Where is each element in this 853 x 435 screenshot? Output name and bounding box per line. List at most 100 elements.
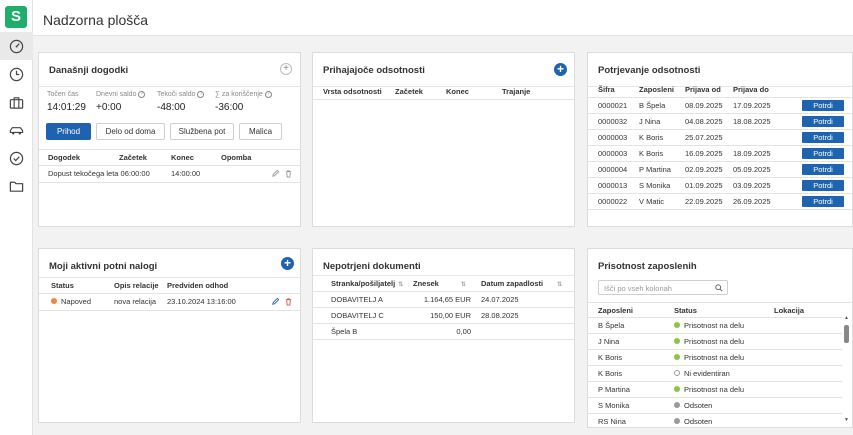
column-header[interactable]: Stranka/pošiljatelj ⇅: [331, 279, 403, 288]
nav-documents[interactable]: [0, 172, 33, 200]
to-cell: 03.09.2025: [733, 181, 771, 190]
confirm-button[interactable]: Potrdi: [802, 148, 844, 159]
confirm-button[interactable]: Potrdi: [802, 180, 844, 191]
add-travel-order-icon[interactable]: +: [281, 257, 294, 270]
column-header[interactable]: Šifra: [598, 85, 615, 94]
to-cell: 17.09.2025: [733, 101, 771, 110]
delete-icon[interactable]: [284, 297, 293, 306]
help-icon[interactable]: ?: [197, 91, 205, 98]
help-icon[interactable]: ?: [264, 91, 272, 98]
event-name: Dopust tekočega leta 06:00:00: [48, 169, 150, 178]
status-dot: [51, 298, 57, 304]
status-text: Prisotnost na delu: [684, 337, 745, 346]
column-header[interactable]: Trajanje: [502, 87, 530, 96]
divider: [39, 182, 300, 183]
column-header[interactable]: Začetek: [119, 153, 147, 162]
add-absence-icon[interactable]: +: [554, 63, 567, 76]
nav-travel[interactable]: [0, 116, 33, 144]
nav-business[interactable]: [0, 88, 33, 116]
stat-value: -48:00: [157, 102, 186, 113]
column-header[interactable]: Datum zapadlosti ⇅: [481, 279, 562, 288]
divider: [588, 129, 852, 130]
divider: [588, 365, 842, 366]
work-from-home-button[interactable]: Delo od doma: [96, 123, 165, 140]
status-text: Ni evidentiran: [684, 369, 730, 378]
edit-icon[interactable]: [271, 297, 280, 306]
card-title: Današnji dogodki: [49, 65, 129, 76]
column-header[interactable]: Lokacija: [774, 306, 804, 315]
nav-dashboard[interactable]: [0, 32, 33, 60]
status-text: Prisotnost na delu: [684, 385, 745, 394]
divider: [588, 333, 842, 334]
presence-status-cell: Prisotnost na delu: [674, 321, 744, 330]
column-header[interactable]: Vrsta odsotnosti: [323, 87, 382, 96]
column-header[interactable]: Opomba: [221, 153, 251, 162]
column-header[interactable]: Predviden odhod: [167, 281, 228, 290]
confirm-button[interactable]: Potrdi: [802, 196, 844, 207]
from-cell: 08.09.2025: [685, 101, 723, 110]
confirm-button[interactable]: Potrdi: [802, 100, 844, 111]
column-header[interactable]: Konec: [446, 87, 469, 96]
column-header[interactable]: Konec: [171, 153, 194, 162]
sort-icon[interactable]: ⇅: [557, 282, 562, 288]
status-dot: [674, 418, 680, 424]
stat-label: Tekoči saldo ?: [157, 91, 205, 98]
arrival-button[interactable]: Prihod: [46, 123, 91, 140]
employee-cell: S Monika: [639, 181, 671, 190]
column-header[interactable]: Dogodek: [48, 153, 80, 162]
presence-status-cell: Ni evidentiran: [674, 369, 730, 378]
employee-cell: P Martina: [639, 165, 671, 174]
column-header[interactable]: Prijava od: [685, 85, 721, 94]
status-dot: [674, 322, 680, 328]
car-icon: [9, 126, 24, 135]
card-title: Potrjevanje odsotnosti: [598, 65, 701, 76]
from-cell: 16.09.2025: [685, 149, 723, 158]
sort-icon[interactable]: ⇅: [461, 282, 466, 288]
scroll-down-arrow[interactable]: ▼: [844, 417, 849, 423]
page-header: Nadzorna plošča: [33, 0, 853, 36]
divider: [39, 165, 300, 166]
confirm-button[interactable]: Potrdi: [802, 116, 844, 127]
nav-time[interactable]: [0, 60, 33, 88]
confirm-button[interactable]: Potrdi: [802, 164, 844, 175]
status-text: Odsoten: [684, 417, 713, 426]
column-header[interactable]: Znesek ⇅: [413, 279, 466, 288]
search-input[interactable]: Išči po vseh kolonah: [598, 280, 728, 295]
code-cell: 0000003: [598, 133, 628, 142]
delete-icon[interactable]: [284, 169, 293, 178]
status-text: Odsoten: [684, 401, 713, 410]
column-header[interactable]: Zaposleni: [639, 85, 674, 94]
column-header[interactable]: Začetek: [395, 87, 423, 96]
divider: [588, 97, 852, 98]
stat-label: ∑ za koriščenje ?: [215, 91, 272, 98]
column-header[interactable]: Status: [674, 306, 697, 315]
sort-icon[interactable]: ⇅: [398, 282, 403, 288]
help-icon[interactable]: ?: [138, 91, 146, 98]
lunch-button[interactable]: Malica: [239, 123, 282, 140]
status-dot: [674, 370, 680, 376]
divider: [588, 113, 852, 114]
divider: [588, 193, 852, 194]
nav-approvals[interactable]: [0, 144, 33, 172]
app-logo[interactable]: S: [5, 6, 27, 28]
stat-label-text: Tekoči saldo: [157, 91, 196, 98]
employee-cell: K Boris: [639, 149, 664, 158]
stat-label-text: Dnevni saldo: [96, 91, 137, 98]
column-header[interactable]: Zaposleni: [598, 306, 633, 315]
divider: [313, 339, 574, 340]
edit-icon[interactable]: [271, 169, 280, 178]
scrollbar[interactable]: ▲ ▼: [844, 315, 849, 423]
column-header[interactable]: Opis relacije: [114, 281, 159, 290]
add-event-icon[interactable]: +: [280, 63, 292, 75]
employee-cell: S Monika: [598, 401, 630, 410]
confirm-button[interactable]: Potrdi: [802, 132, 844, 143]
status-dot: [674, 386, 680, 392]
column-header[interactable]: Status: [51, 281, 74, 290]
employee-cell: RS Nina: [598, 417, 626, 426]
column-header[interactable]: Prijava do: [733, 85, 769, 94]
scroll-up-arrow[interactable]: ▲: [844, 315, 849, 321]
scroll-thumb[interactable]: [844, 325, 849, 343]
code-cell: 0000013: [598, 181, 628, 190]
business-trip-button[interactable]: Službena pot: [170, 123, 234, 140]
column-header-text: Stranka/pošiljatelj: [331, 279, 396, 288]
